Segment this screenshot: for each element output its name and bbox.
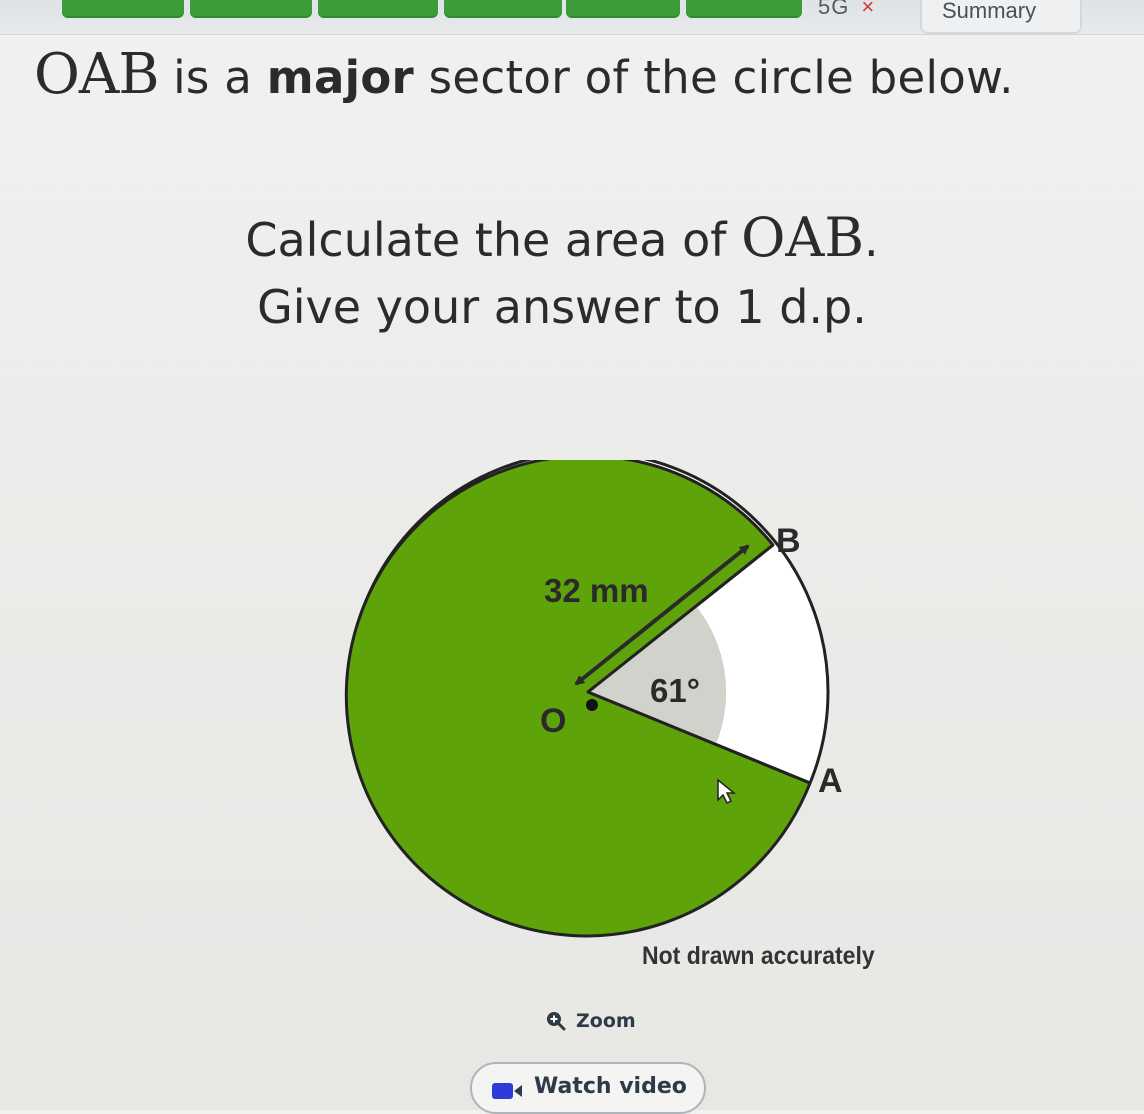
not-drawn-accurately-note: Not drawn accurately: [642, 942, 875, 970]
point-o-label: O: [540, 702, 566, 740]
question-tab-4[interactable]: [444, 0, 562, 18]
center-point: [586, 699, 598, 711]
zoom-in-icon: [547, 1012, 566, 1031]
question-tab-2[interactable]: [190, 0, 312, 18]
instruction-text: Calculate the area of: [245, 213, 742, 267]
instruction-end: .: [864, 213, 879, 267]
watch-video-label: Watch video: [534, 1074, 687, 1099]
question-instruction: Calculate the area of OAB.: [0, 206, 1134, 269]
question-title-math: OAB: [34, 42, 160, 107]
summary-button[interactable]: Summary: [920, 0, 1082, 34]
zoom-label: Zoom: [576, 1010, 636, 1032]
point-b-label: B: [776, 522, 801, 560]
watch-video-button[interactable]: Watch video: [470, 1062, 706, 1114]
question-title: OAB is a major sector of the circle belo…: [34, 42, 1014, 107]
angle-label: 61°: [650, 672, 700, 709]
video-camera-icon: [492, 1083, 522, 1099]
close-icon[interactable]: ×: [861, 0, 875, 19]
zoom-button[interactable]: Zoom: [546, 1010, 636, 1032]
question-title-text-1: is a: [158, 51, 267, 104]
point-a-label: A: [818, 762, 843, 800]
question-title-text-2: sector of the circle below.: [414, 51, 1014, 104]
question-tab-5[interactable]: [566, 0, 680, 18]
question-title-bold: major: [266, 51, 415, 104]
summary-button-label: Summary: [942, 0, 1037, 23]
answer-precision-instruction: Give your answer to 1 d.p.: [257, 280, 867, 334]
question-tab-1[interactable]: [62, 0, 184, 18]
question-tab-6[interactable]: [686, 0, 802, 18]
instruction-math: OAB: [741, 206, 865, 269]
radius-label: 32 mm: [544, 572, 649, 609]
question-tab-3[interactable]: [318, 0, 438, 18]
top-navigation-bar: 5G × Summary: [0, 0, 1144, 35]
current-tab-label[interactable]: 5G ×: [818, 0, 875, 20]
sector-diagram: 32 mm 61° O B A: [344, 460, 843, 938]
tab-label-text: 5G: [818, 0, 850, 19]
